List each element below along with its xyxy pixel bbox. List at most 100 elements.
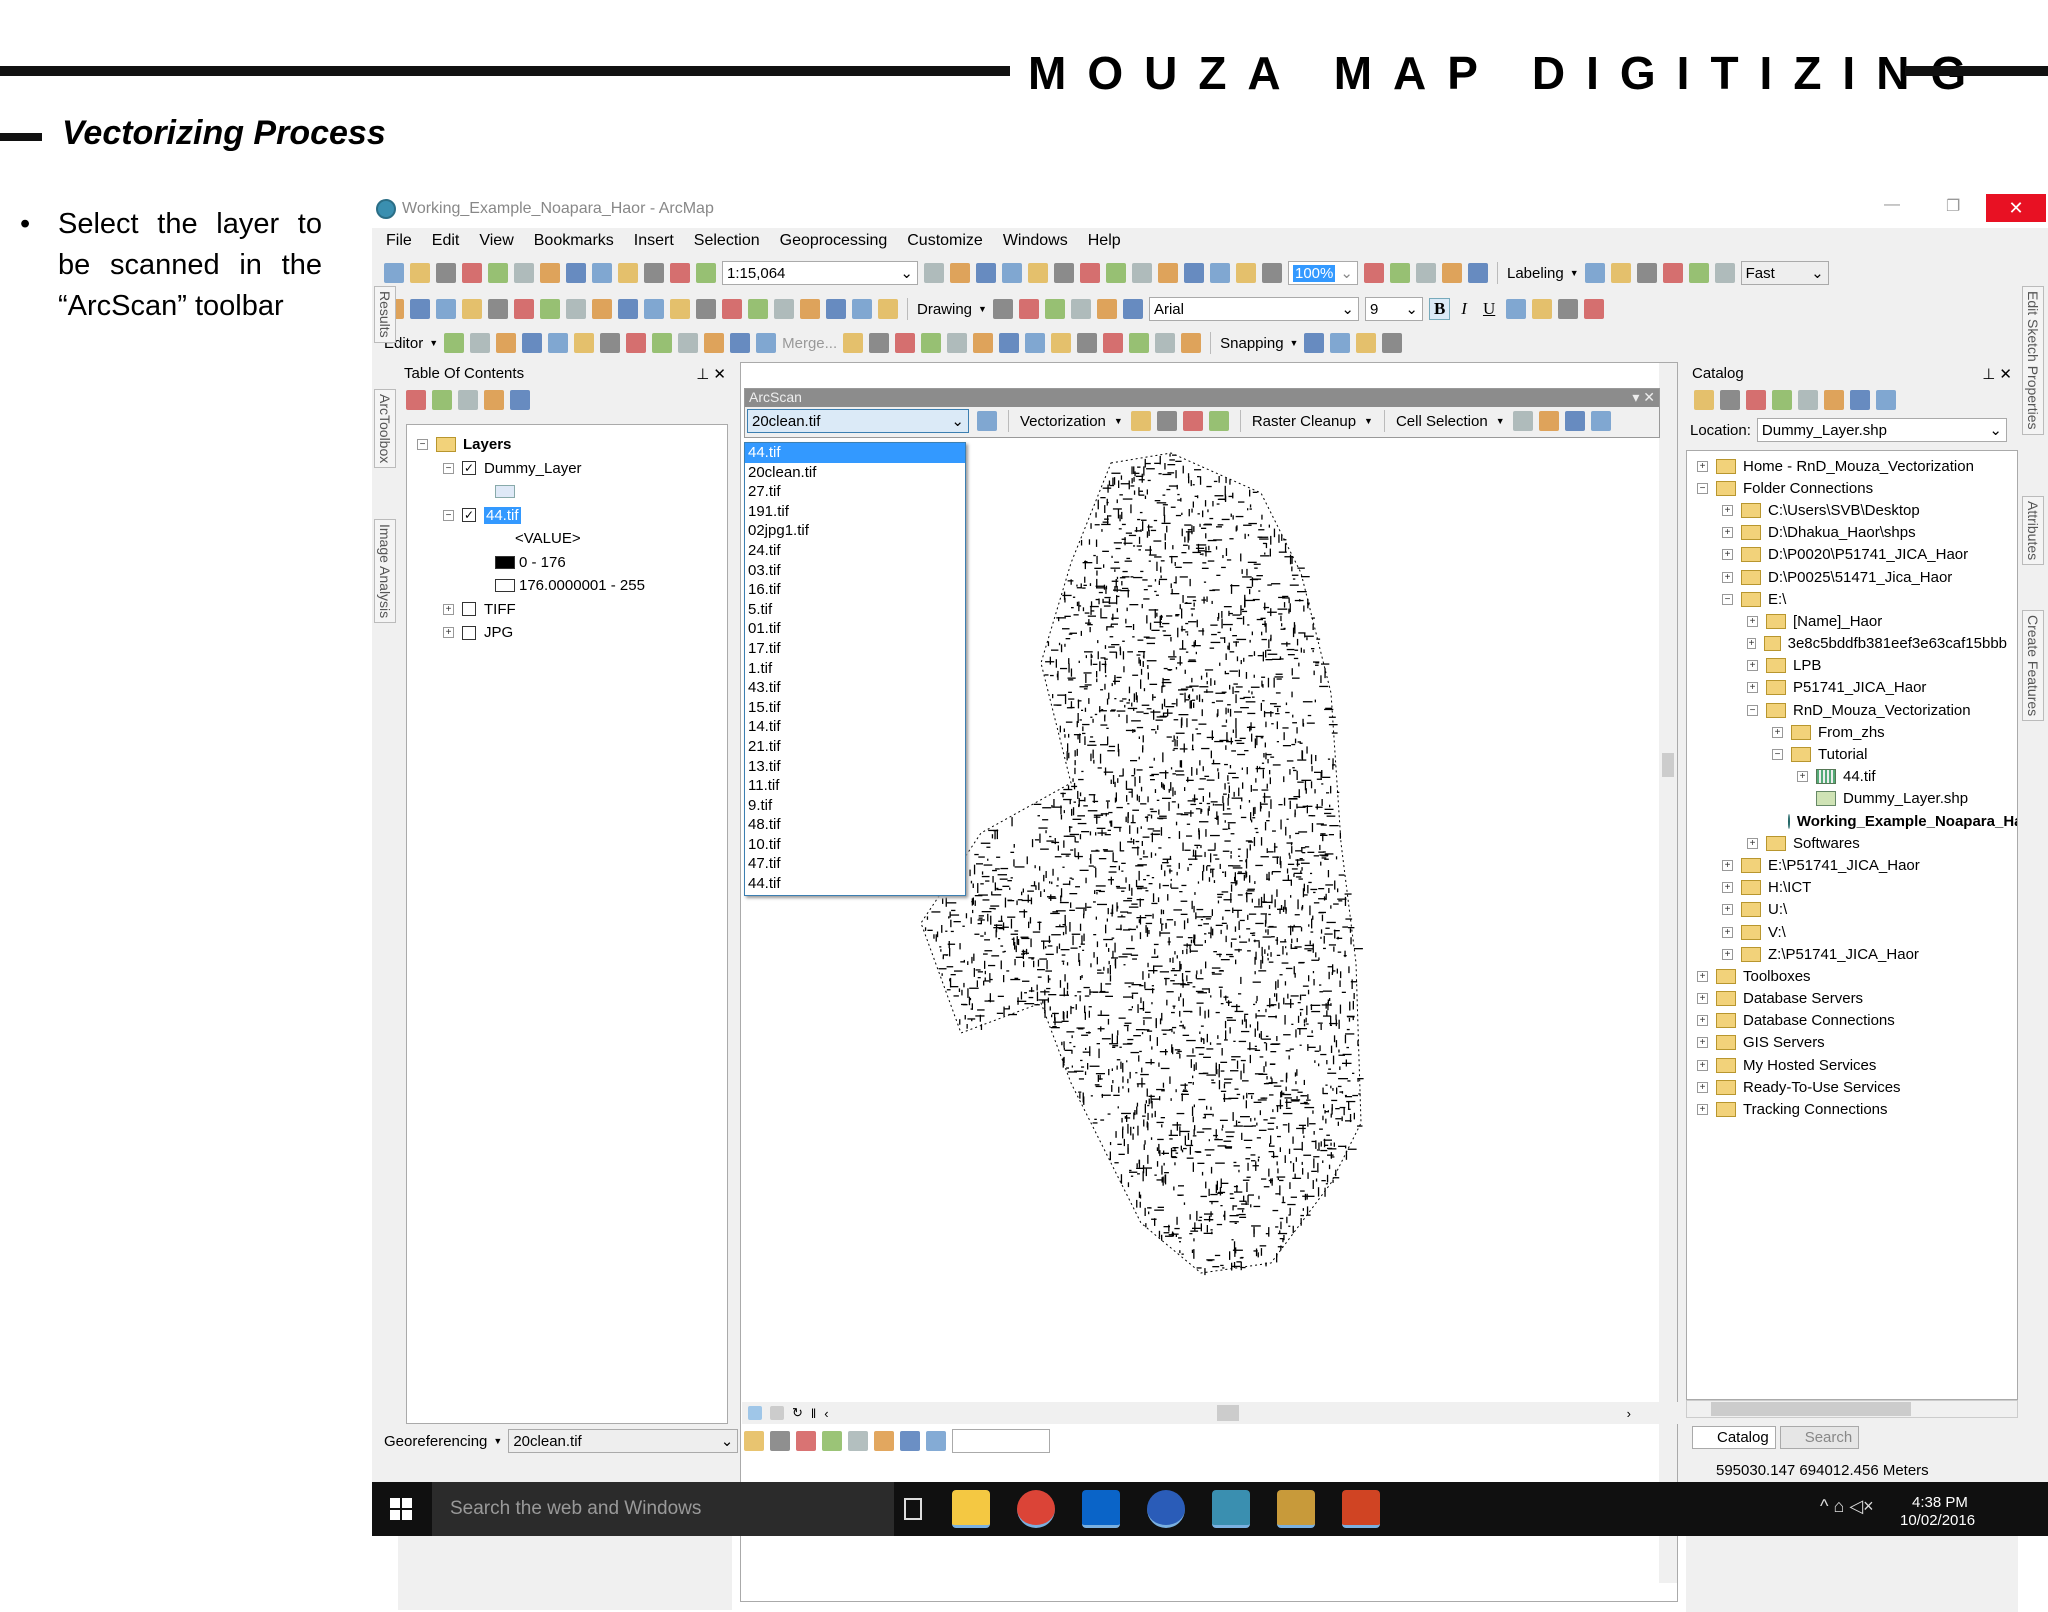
toolbar-tool-icon[interactable] [670,299,690,319]
expand-icon[interactable]: + [1747,837,1758,849]
collapse-icon[interactable]: − [417,439,428,451]
pin-close-icons[interactable]: ⊥ ✕ [696,365,726,383]
toolbar-tool-icon[interactable] [488,263,508,283]
layer-option[interactable]: 02jpg1.tif [745,521,965,541]
toolbar-tool-icon[interactable] [1662,263,1683,283]
close-button[interactable]: ✕ [1986,194,2046,222]
data-view-button[interactable] [748,1406,762,1420]
toolbar-tool-icon[interactable] [947,333,968,353]
toolbar-tool-icon[interactable] [1025,333,1046,353]
toolbar-tool-icon[interactable] [950,263,970,283]
collapse-icon[interactable]: − [1772,749,1783,761]
catalog-item[interactable]: − Folder Connections [1697,477,2007,499]
italic-button[interactable]: I [1456,299,1472,319]
toc-layer[interactable]: − ✓ Dummy_Layer [417,457,717,481]
toolbar-tool-icon[interactable] [410,263,430,283]
expand-icon[interactable]: + [1697,1059,1708,1071]
menu-geoprocessing[interactable]: Geoprocessing [780,232,888,250]
right-tab-create-features[interactable]: Create Features [2022,610,2044,722]
toolbar-tool-icon[interactable] [514,299,534,319]
toolbar-tool-icon[interactable] [1018,299,1039,319]
layer-option[interactable]: 03.tif [745,561,965,581]
toolbar-tool-icon[interactable] [1304,333,1325,353]
pause-icon[interactable]: ǁ [811,1406,816,1421]
layer-option[interactable]: 44.tif [745,874,965,894]
toolbar-tool-icon[interactable] [1876,390,1896,410]
toolbar-tool-icon[interactable] [1330,333,1351,353]
bold-button[interactable]: B [1428,298,1451,320]
catalog-item[interactable]: − RnD_Mouza_Vectorization [1697,699,2007,721]
font-size-combo[interactable]: 9 ⌄ [1364,297,1423,321]
toolbar-tool-icon[interactable] [1106,263,1126,283]
layer-name[interactable]: TIFF [484,601,516,618]
layer-option[interactable]: 191.tif [745,502,965,522]
toolbar-tool-icon[interactable] [522,333,543,353]
layer-option[interactable]: 15.tif [745,698,965,718]
toolbar-tool-icon[interactable] [977,411,997,431]
toolbar-tool-icon[interactable] [410,299,430,319]
tab-catalog[interactable]: Catalog [1692,1426,1776,1449]
expand-icon[interactable]: + [1747,615,1758,627]
polygon-symbol[interactable] [495,485,515,499]
catalog-item[interactable]: + Database Servers [1697,988,2007,1010]
expand-icon[interactable]: + [1772,726,1783,738]
toolbar-tool-icon[interactable] [1850,390,1870,410]
expand-icon[interactable]: + [1722,504,1733,516]
labeling-menu[interactable]: Labeling [1507,265,1564,282]
toc-layer[interactable]: − ✓ 44.tif [417,504,717,528]
toolbar-tool-icon[interactable] [1468,263,1488,283]
georef-rotate-input[interactable] [952,1429,1051,1453]
toolbar-tool-icon[interactable] [900,1431,921,1451]
expand-icon[interactable]: + [1722,571,1733,583]
drawing-menu[interactable]: Drawing [917,301,972,318]
catalog-item[interactable]: +44.tif [1697,766,2007,788]
layer-option[interactable]: 11.tif [745,776,965,796]
legend-swatch[interactable] [495,579,515,593]
layer-checkbox[interactable] [462,625,476,640]
toolbar-tool-icon[interactable] [796,1431,817,1451]
catalog-item[interactable]: +3e8c5bddfb381eef3e63caf15bbb [1697,633,2007,655]
expand-icon[interactable]: + [1722,904,1733,916]
toolbar-tool-icon[interactable] [566,299,586,319]
toolbar-tool-icon[interactable] [462,263,482,283]
toolbar-tool-icon[interactable] [1054,263,1074,283]
layer-option[interactable]: 27.tif [745,482,965,502]
toolbar-tool-icon[interactable] [444,333,465,353]
location-combo[interactable]: Dummy_Layer.shp ⌄ [1756,418,2007,442]
toolbar-tool-icon[interactable] [1070,299,1091,319]
collapse-icon[interactable]: − [1697,482,1708,494]
layer-option[interactable]: 14.tif [745,717,965,737]
catalog-item[interactable]: + Database Connections [1697,1010,2007,1032]
layer-name[interactable]: 44.tif [484,506,521,524]
catalog-item[interactable]: + D:\P0020\P51741_JICA_Haor [1697,544,2007,566]
toolbar-tool-icon[interactable] [626,333,647,353]
arcscan-layer-combo[interactable]: 20clean.tif ⌄ [747,409,969,433]
expand-icon[interactable]: + [1697,1081,1708,1093]
toolbar-tool-icon[interactable] [652,333,673,353]
catalog-item[interactable]: + Softwares [1697,832,2007,854]
layer-option[interactable]: 48.tif [745,815,965,835]
toolbar-tool-icon[interactable] [744,1431,765,1451]
layer-option[interactable]: 47.tif [745,854,965,874]
toolbar-tool-icon[interactable] [510,390,530,410]
expand-icon[interactable]: + [443,627,454,639]
toolbar-tool-icon[interactable] [1130,411,1151,431]
toolbar-tool-icon[interactable] [1132,263,1152,283]
toolbar-tool-icon[interactable] [1532,299,1553,319]
toolbar-tool-icon[interactable] [1506,299,1527,319]
expand-icon[interactable]: + [1722,948,1733,960]
georeferencing-menu[interactable]: Georeferencing [384,1433,487,1450]
toolbar-tool-icon[interactable] [432,390,452,410]
toolbar-tool-icon[interactable] [696,299,716,319]
toolbar-tool-icon[interactable] [774,299,794,319]
toolbar-tool-icon[interactable] [722,299,742,319]
menu-help[interactable]: Help [1088,232,1121,250]
arccatalog-icon[interactable] [1277,1490,1315,1528]
catalog-item[interactable]: + P51741_JICA_Haor [1697,677,2007,699]
toolbar-tool-icon[interactable] [1155,333,1176,353]
layer-name[interactable]: Dummy_Layer [484,460,582,477]
toolbar-tool-icon[interactable] [1182,411,1203,431]
expand-icon[interactable]: + [1722,549,1733,561]
toolbar-tool-icon[interactable] [1103,333,1124,353]
catalog-item[interactable]: − Tutorial [1697,743,2007,765]
